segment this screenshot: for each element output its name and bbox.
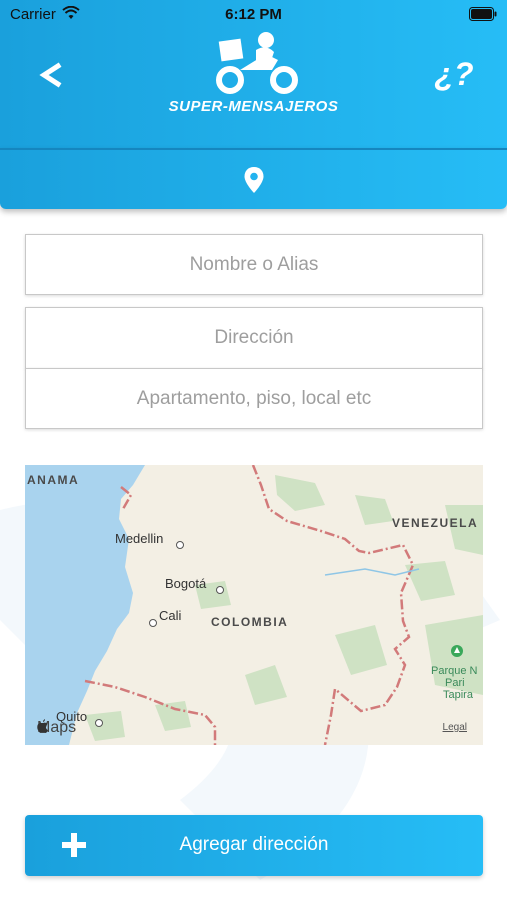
map-label-panama: ANAMA [27, 473, 80, 487]
brand-name: SUPER-MENSAJEROS [168, 98, 339, 115]
map-label-park-1: Parque N [431, 665, 478, 677]
map-graphic [25, 465, 483, 745]
map-label-park-3: Tapira [443, 689, 473, 701]
maps-attribution: Maps [37, 719, 76, 737]
map-label-bogota: Bogotá [165, 576, 207, 591]
name-alias-input[interactable] [26, 235, 482, 294]
status-bar: Carrier 6:12 PM [0, 0, 507, 30]
address-field[interactable] [25, 307, 483, 369]
add-address-screen: Carrier 6:12 PM SUPER-MENSAJEROS ¿? Nomb… [0, 0, 507, 900]
map-label-cali: Cali [159, 608, 182, 623]
add-address-button[interactable]: Agregar dirección [25, 815, 483, 876]
back-button[interactable] [34, 58, 68, 92]
app-header: Carrier 6:12 PM SUPER-MENSAJEROS ¿? [0, 0, 507, 148]
status-time: 6:12 PM [225, 6, 282, 23]
battery-icon [469, 7, 497, 21]
motorcycle-courier-icon [216, 32, 298, 94]
map-label-venezuela: VENEZUELA [392, 516, 479, 530]
map-label-colombia: COLOMBIA [211, 615, 289, 629]
location-pin-icon [244, 167, 264, 193]
park-icon [451, 645, 463, 657]
map-marker-quito [95, 719, 103, 727]
map-view[interactable]: ANAMA VENEZUELA COLOMBIA Medellin Bogotá… [25, 465, 483, 745]
name-alias-field[interactable] [25, 234, 483, 295]
add-address-label: Agregar dirección [179, 834, 329, 855]
location-bar [0, 148, 507, 209]
apartment-input[interactable] [26, 369, 482, 428]
apple-logo-icon [37, 719, 48, 733]
map-label-medellin: Medellin [115, 531, 164, 546]
map-label-park-2: Pari [445, 677, 465, 689]
map-marker-cali [149, 619, 157, 627]
map-marker-medellin [176, 541, 184, 549]
legal-link[interactable]: Legal [443, 722, 467, 733]
address-input[interactable] [26, 308, 482, 368]
map-marker-bogota [216, 586, 224, 594]
apartment-field[interactable] [25, 368, 483, 429]
help-button[interactable]: ¿? [427, 54, 481, 94]
